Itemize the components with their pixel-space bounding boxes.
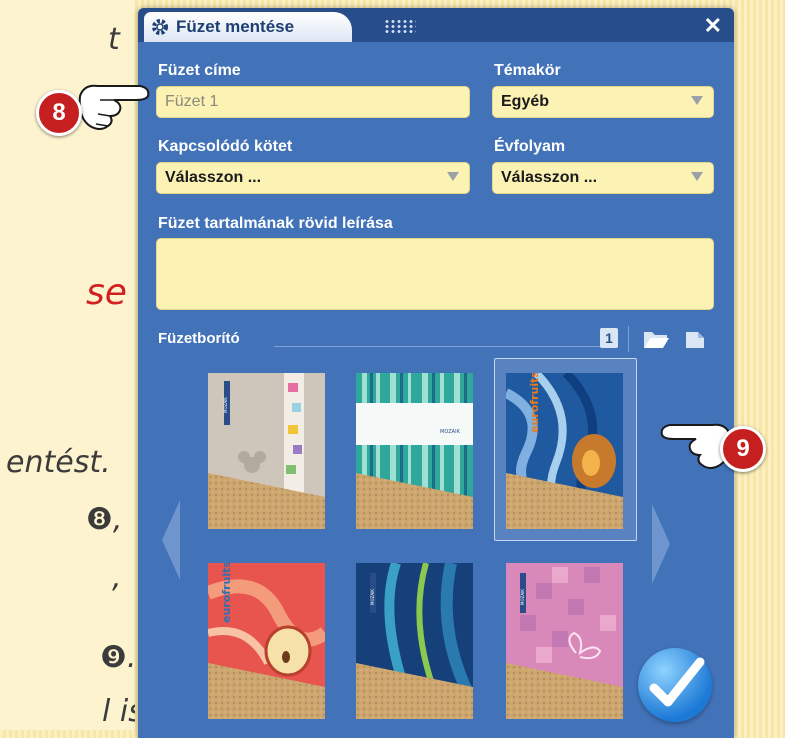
doc-fragment: , (112, 560, 122, 595)
cover-option-selected[interactable]: eurofruits (506, 373, 623, 529)
cover-option[interactable]: MOZAIK (208, 373, 325, 529)
folder-open-icon[interactable] (642, 328, 670, 350)
doc-fragment: t (108, 22, 120, 57)
cover-brand: MOZAIK (520, 589, 525, 605)
close-button[interactable]: ✕ (704, 13, 722, 39)
topic-select-value: Egyéb (501, 93, 550, 110)
new-page-icon[interactable] (684, 328, 706, 350)
cover-brand: MOZAIK (370, 589, 375, 605)
chevron-down-icon (691, 172, 703, 181)
previous-arrow-icon[interactable] (160, 498, 182, 582)
grade-label: Évfolyam (494, 138, 566, 155)
cover-option[interactable]: MOZAIK (356, 373, 473, 529)
callout-badge-8: 8 (36, 90, 82, 136)
cover-brand: MOZAIK (223, 397, 228, 413)
notebook-title-label: Füzet címe (158, 62, 241, 79)
next-arrow-icon[interactable] (650, 502, 672, 586)
checkmark-icon (649, 657, 705, 707)
cover-brand: eurofruits (220, 563, 233, 623)
description-textarea[interactable] (156, 238, 714, 310)
cover-option[interactable]: eurofruits (208, 563, 325, 719)
dialog-titlebar: Füzet mentése ✕ (138, 8, 734, 42)
grade-value: Válasszon ... (501, 169, 598, 186)
confirm-button[interactable] (638, 648, 712, 722)
dialog-tab[interactable]: Füzet mentése (144, 12, 352, 42)
page-number-button[interactable]: 1 (600, 328, 618, 348)
doc-fragment: l is. (102, 694, 135, 729)
doc-heading-fragment: se (86, 272, 127, 313)
gear-icon (152, 19, 168, 35)
doc-fragment: ❾. (100, 640, 135, 675)
topic-select[interactable]: Egyéb (492, 86, 714, 118)
section-divider (274, 346, 600, 347)
topic-label: Témakör (494, 62, 561, 79)
related-volume-label: Kapcsolódó kötet (158, 138, 293, 155)
related-volume-value: Válasszon ... (165, 169, 262, 186)
cover-option[interactable]: MOZAIK (356, 563, 473, 719)
chevron-down-icon (691, 96, 703, 105)
drag-grip-icon[interactable] (384, 19, 416, 33)
toolbar-divider (628, 326, 629, 352)
pointing-hand-icon (78, 84, 150, 130)
doc-fragment: ❽, (86, 502, 123, 537)
cover-option[interactable]: MOZAIK (506, 563, 623, 719)
cover-section-label: Füzetborító (158, 330, 240, 347)
notebook-title-input[interactable]: Füzet 1 (156, 86, 470, 118)
dialog-title: Füzet mentése (176, 17, 295, 36)
callout-badge-9: 9 (720, 426, 766, 472)
chevron-down-icon (447, 172, 459, 181)
cover-brand: eurofruits (528, 373, 541, 433)
related-volume-select[interactable]: Válasszon ... (156, 162, 470, 194)
description-label: Füzet tartalmának rövid leírása (158, 215, 393, 232)
cover-brand: MOZAIK (440, 429, 461, 435)
grade-select[interactable]: Válasszon ... (492, 162, 714, 194)
doc-fragment: entést. (6, 445, 111, 480)
save-notebook-dialog: Füzet mentése ✕ Füzet címe Füzet 1 Témak… (138, 8, 734, 738)
